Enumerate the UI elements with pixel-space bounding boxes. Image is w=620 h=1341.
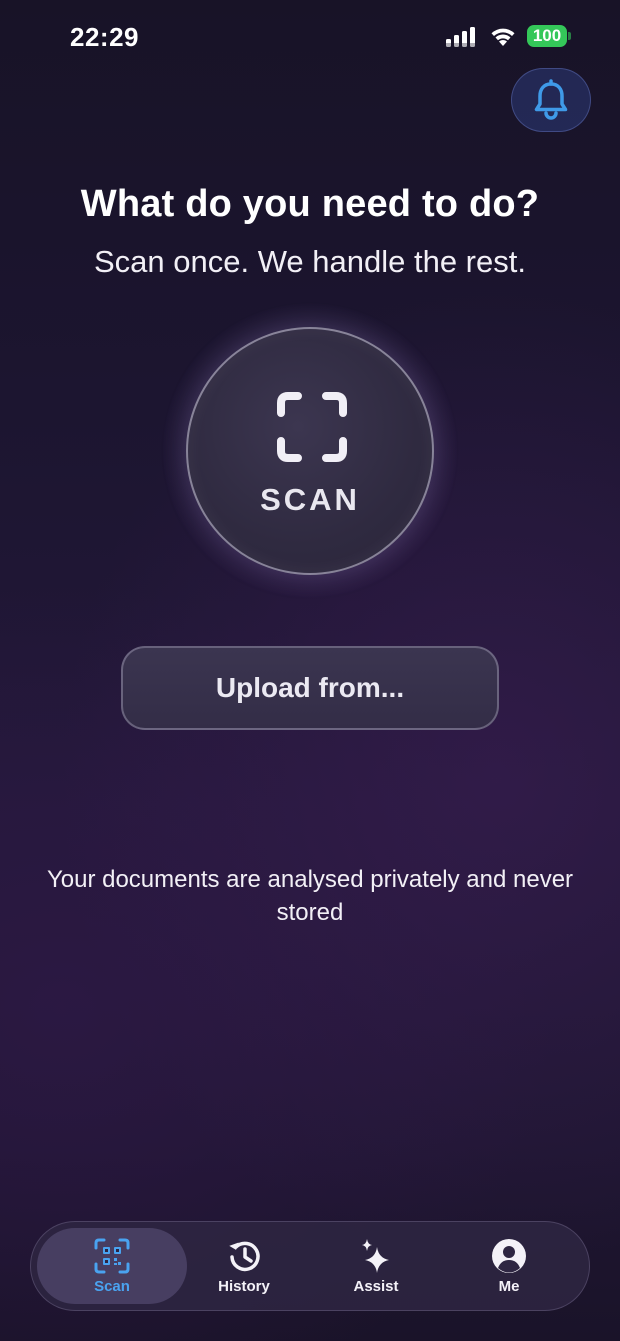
scan-button[interactable]: SCAN [186, 327, 434, 575]
status-time: 22:29 [70, 22, 139, 52]
qr-scan-icon [94, 1238, 130, 1274]
status-bar: 22:29 100 [0, 0, 620, 72]
wifi-icon [491, 28, 515, 46]
battery-nub [568, 32, 571, 40]
cellular-signal-icon [446, 27, 475, 47]
tab-scan[interactable]: Scan [37, 1228, 187, 1304]
scan-label: SCAN [260, 482, 360, 517]
page-subtitle: Scan once. We handle the rest. [94, 244, 526, 279]
tab-history[interactable]: History [169, 1228, 319, 1304]
tab-label-scan: Scan [94, 1278, 130, 1295]
tab-label-history: History [218, 1278, 270, 1295]
tab-label-me: Me [498, 1278, 520, 1295]
bell-icon [534, 79, 568, 120]
profile-icon [492, 1239, 526, 1273]
tab-bar: Scan History Assist Me [30, 1221, 590, 1311]
history-icon [229, 1241, 260, 1272]
sparkles-icon [362, 1239, 389, 1273]
privacy-note: Your documents are analysed privately an… [46, 866, 574, 926]
battery-indicator: 100 [527, 25, 567, 47]
page-title: What do you need to do? [80, 183, 540, 225]
upload-from-button[interactable]: Upload from... [121, 646, 499, 730]
scan-frame-icon [277, 392, 347, 462]
tab-label-assist: Assist [353, 1278, 399, 1295]
tab-assist[interactable]: Assist [301, 1228, 451, 1304]
notifications-button[interactable] [511, 68, 591, 132]
tab-me[interactable]: Me [434, 1228, 584, 1304]
